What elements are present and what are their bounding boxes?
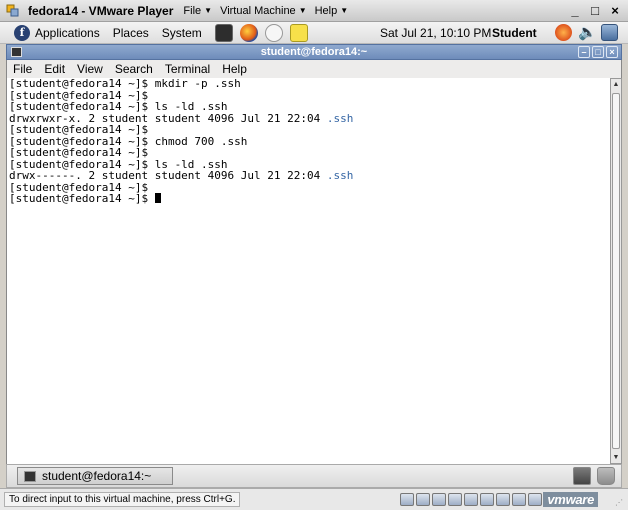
panel-clock[interactable]: Sat Jul 21, 10:10 PM <box>380 26 491 40</box>
floppy-icon[interactable] <box>432 493 446 506</box>
terminal-line: [student@fedora14 ~]$ <box>9 193 610 205</box>
vmware-window-controls: _ □ × <box>568 3 622 18</box>
terminal-menubar: File Edit View Search Terminal Help <box>6 60 622 78</box>
terminal-menu-search[interactable]: Search <box>115 62 153 76</box>
terminal-launcher-icon[interactable] <box>214 23 233 42</box>
vmware-logo: vmware <box>543 492 598 507</box>
vmware-menu-virtual-machine[interactable]: Virtual Machine ▼ <box>220 5 307 17</box>
vmware-menu-vm-label: Virtual Machine <box>220 4 296 17</box>
hard-disk-icon[interactable] <box>400 493 414 506</box>
minimize-button[interactable]: _ <box>568 3 582 18</box>
update-notifier-icon[interactable] <box>555 24 572 41</box>
notes-launcher-icon[interactable] <box>289 23 308 42</box>
scrollbar-thumb[interactable] <box>612 93 620 449</box>
taskbar-button-terminal[interactable]: student@fedora14:~ <box>17 467 173 485</box>
message-icon[interactable] <box>512 493 526 506</box>
vmware-menu-file[interactable]: File ▼ <box>183 5 212 17</box>
terminal-window-controls: – □ × <box>578 46 618 58</box>
menu-places[interactable]: Places <box>113 26 149 40</box>
gnome-bottom-panel: student@fedora14:~ <box>6 464 622 488</box>
terminal-scrollbar[interactable]: ▲ ▼ <box>610 78 622 464</box>
dropdown-arrow-icon: ▼ <box>298 6 307 15</box>
terminal-minimize-button[interactable]: – <box>578 46 590 58</box>
close-button[interactable]: × <box>608 3 622 18</box>
scroll-down-arrow-icon[interactable]: ▼ <box>611 452 621 463</box>
trash-icon[interactable] <box>597 467 615 485</box>
terminal-menu-edit[interactable]: Edit <box>44 62 65 76</box>
terminal-menu-file[interactable]: File <box>13 62 32 76</box>
volume-icon[interactable]: 🔈 <box>578 24 597 41</box>
terminal-output[interactable]: [student@fedora14 ~]$ mkdir -p .ssh [stud… <box>6 78 610 464</box>
vmware-titlebar: fedora14 - VMware Player File ▼ Virtual M… <box>0 0 628 22</box>
fedora-logo-icon[interactable]: f <box>14 24 30 41</box>
vmware-menu-help-label: Help <box>314 4 338 17</box>
menu-system[interactable]: System <box>162 26 202 40</box>
firefox-launcher-icon[interactable] <box>239 23 258 42</box>
terminal-window-icon[interactable] <box>11 47 22 57</box>
panel-tray: 🔈 <box>555 24 618 41</box>
panel-user-switcher[interactable]: Student <box>492 26 537 40</box>
sound-card-icon[interactable] <box>480 493 494 506</box>
terminal-menu-view[interactable]: View <box>77 62 103 76</box>
menu-applications[interactable]: Applications <box>35 26 100 40</box>
dropdown-arrow-icon: ▼ <box>340 6 349 15</box>
evolution-launcher-icon[interactable] <box>264 23 283 42</box>
maximize-button[interactable]: □ <box>588 3 602 18</box>
usb-icon[interactable] <box>464 493 478 506</box>
terminal-task-icon <box>24 470 36 482</box>
terminal-dir-name: .ssh <box>326 169 354 182</box>
terminal-line-text: [student@fedora14 ~]$ <box>9 192 155 205</box>
resize-grip-icon[interactable]: ⋰ <box>615 498 625 508</box>
dropdown-arrow-icon: ▼ <box>204 6 213 15</box>
workspace-switcher-icon[interactable] <box>573 467 591 485</box>
vmware-menu-help[interactable]: Help ▼ <box>315 5 349 17</box>
window-title: fedora14 - VMware Player <box>28 3 174 18</box>
text-cursor <box>154 193 161 203</box>
device-icons <box>400 493 542 506</box>
terminal-menu-help[interactable]: Help <box>222 62 247 76</box>
input-hint: To direct input to this virtual machine,… <box>4 492 241 507</box>
terminal-close-button[interactable]: × <box>606 46 618 58</box>
vmware-player-icon <box>6 4 20 18</box>
taskbar-button-label: student@fedora14:~ <box>42 469 152 483</box>
terminal-maximize-button[interactable]: □ <box>592 46 604 58</box>
terminal-titlebar: student@fedora14:~ – □ × <box>6 44 622 60</box>
bottom-panel-applets <box>573 467 615 485</box>
terminal-menu-terminal[interactable]: Terminal <box>165 62 210 76</box>
cd-drive-icon[interactable] <box>416 493 430 506</box>
vmware-statusbar: To direct input to this virtual machine,… <box>0 488 628 510</box>
vmware-menu-file-label: File <box>183 4 202 17</box>
display-icon[interactable] <box>528 493 542 506</box>
network-icon[interactable] <box>601 24 618 41</box>
gnome-top-panel: f Applications Places System Sat Jul 21,… <box>0 22 628 44</box>
printer-icon[interactable] <box>496 493 510 506</box>
terminal-title: student@fedora14:~ <box>260 46 368 58</box>
terminal-dir-name: .ssh <box>326 111 354 125</box>
network-adapter-icon[interactable] <box>448 493 462 506</box>
scroll-up-arrow-icon[interactable]: ▲ <box>611 79 621 90</box>
